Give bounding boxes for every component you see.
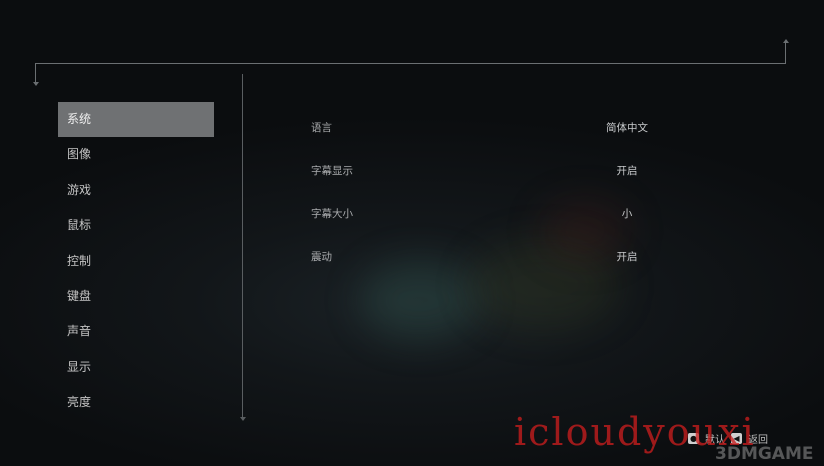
sidebar-item-brightness[interactable]: 亮度 [58,385,214,420]
setting-value-subtitles[interactable]: 开启 [537,163,717,178]
setting-label: 字幕显示 [311,165,353,177]
setting-row-subtitle-size[interactable]: 字幕大小 小 [311,192,711,235]
frame-arrow-up-icon [783,39,789,43]
frame-top-line [35,63,786,64]
sidebar-item-controls[interactable]: 控制 [58,244,214,279]
sidebar-item-display[interactable]: 显示 [58,350,214,385]
system-settings-list: 语言 简体中文 字幕显示 开启 字幕大小 小 震动 开启 [311,106,711,278]
sidebar-item-keyboard[interactable]: 键盘 [58,279,214,314]
sidebar-item-game[interactable]: 游戏 [58,173,214,208]
frame-left-tick [35,63,36,83]
setting-value-vibration[interactable]: 开启 [537,249,717,264]
setting-row-vibration[interactable]: 震动 开启 [311,235,711,278]
setting-value-subtitle-size[interactable]: 小 [537,206,717,221]
settings-category-sidebar: 系统 图像 游戏 鼠标 控制 键盘 声音 显示 亮度 [58,102,214,421]
setting-label: 字幕大小 [311,208,353,220]
setting-label: 语言 [311,122,332,134]
frame-arrow-down-icon [33,82,39,86]
sidebar-item-mouse[interactable]: 鼠标 [58,208,214,243]
setting-value-language[interactable]: 简体中文 [537,120,717,135]
setting-label: 震动 [311,251,332,263]
setting-row-subtitles[interactable]: 字幕显示 开启 [311,149,711,192]
sidebar-item-system[interactable]: 系统 [58,102,214,138]
setting-row-language[interactable]: 语言 简体中文 [311,106,711,149]
sidebar-item-graphics[interactable]: 图像 [58,137,214,172]
sidebar-item-sound[interactable]: 声音 [58,314,214,349]
divider-arrow-down-icon [240,417,246,421]
watermark-logo: 3DMGAME [715,444,814,464]
frame-right-tick [785,43,786,64]
panel-divider [242,74,243,418]
